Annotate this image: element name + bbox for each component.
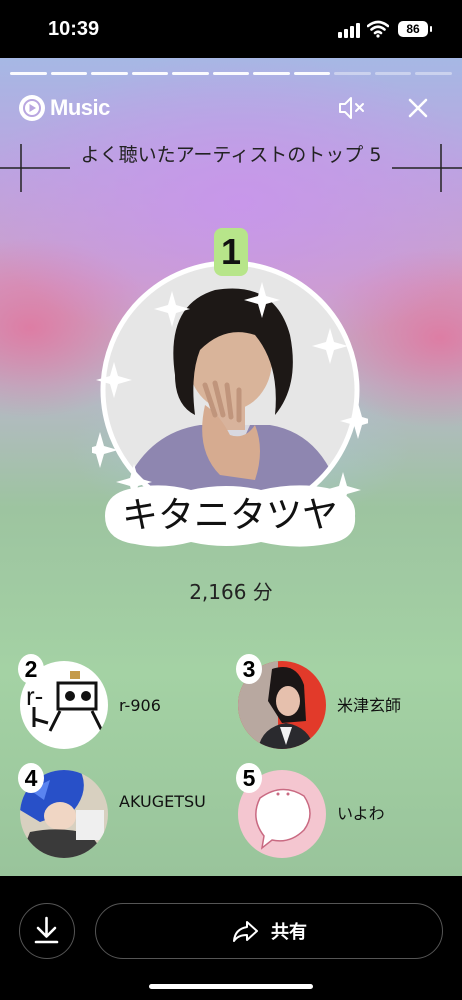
progress-segment (172, 72, 209, 75)
progress-segment (91, 72, 128, 75)
story-progress-bar (10, 72, 453, 75)
svg-text:r-: r- (26, 681, 43, 711)
progress-segment (374, 72, 412, 75)
progress-segment (334, 72, 371, 75)
progress-segment (131, 72, 169, 75)
youtube-music-logo: Music (18, 94, 110, 122)
close-button[interactable] (404, 94, 432, 126)
story-title: よく聴いたアーティストのトップ 5 (80, 144, 382, 166)
artist-3-name: 米津玄師 (337, 696, 402, 715)
cellular-signal-icon (338, 23, 360, 38)
share-button[interactable]: 共有 (95, 903, 443, 959)
recap-story-card: Music よく聴いたアーティストのトップ 5 1 キタニタツヤ 2,166 分… (0, 58, 462, 876)
artist-5-name: いよわ (337, 804, 385, 823)
wifi-icon (366, 20, 390, 42)
download-icon (34, 916, 59, 944)
rank-2-number: 2 (18, 654, 44, 684)
rank-5-number: 5 (236, 763, 262, 793)
speaker-muted-icon (339, 97, 364, 119)
listening-minutes: 2,166 分 (189, 580, 273, 604)
screen: 10:39 86 Music よく聴いたアーティストのトップ 5 1 キタニタツ… (0, 0, 462, 1000)
progress-segment (10, 72, 47, 75)
share-label: 共有 (271, 922, 307, 943)
status-bar: 10:39 86 (0, 0, 462, 58)
artist-4-name: AKUGETSU (119, 792, 206, 811)
mute-button[interactable] (336, 94, 366, 126)
progress-segment (415, 72, 453, 75)
share-arrow-icon (233, 921, 258, 942)
youtube-music-icon (19, 95, 45, 121)
bottom-action-bar: 共有 (0, 876, 462, 1000)
progress-segment (212, 72, 250, 75)
artist-2-name: r-906 (119, 696, 161, 715)
progress-segment (293, 72, 331, 75)
download-button[interactable] (19, 903, 75, 959)
battery-tip (430, 26, 432, 32)
progress-segment (50, 72, 88, 75)
top-artist-name: キタニタツヤ (121, 495, 338, 536)
close-icon (408, 98, 428, 118)
rank-4-number: 4 (18, 763, 44, 793)
battery-icon: 86 (398, 21, 428, 37)
rank-1-badge: 1 (214, 228, 248, 276)
home-indicator (149, 984, 313, 989)
progress-segment (253, 72, 290, 75)
app-name: Music (50, 95, 110, 120)
status-time: 10:39 (48, 18, 100, 40)
rank-3-number: 3 (236, 654, 262, 684)
